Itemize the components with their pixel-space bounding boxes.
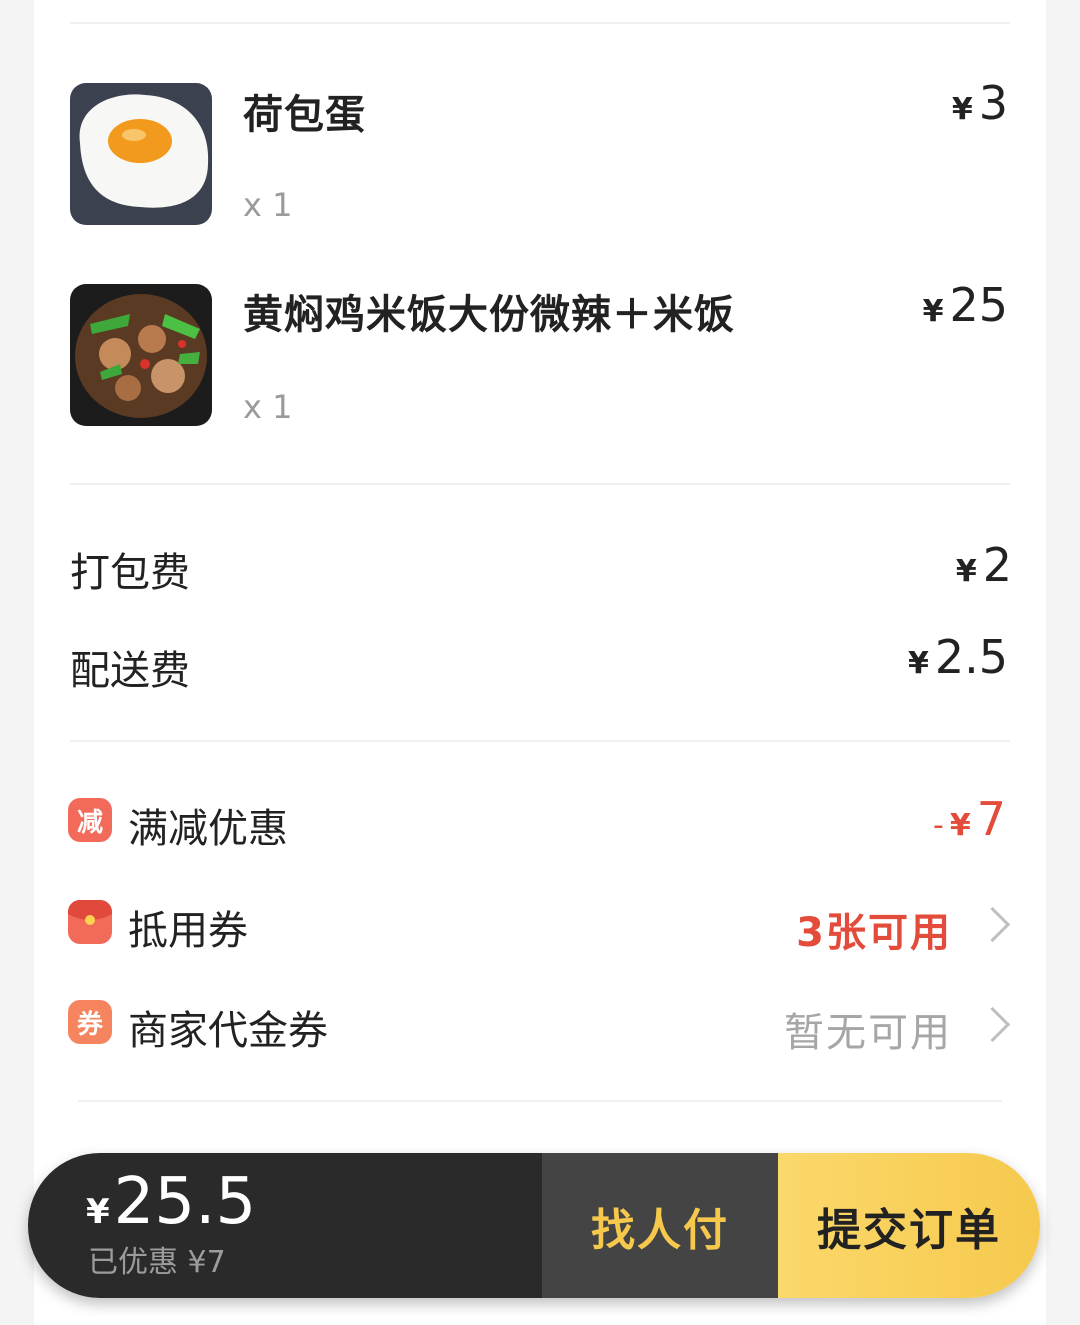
merchant-voucher-label: 商家代金券	[128, 1008, 328, 1054]
delivery-fee-label: 配送费	[70, 648, 190, 694]
red-envelope-icon	[68, 900, 112, 944]
coupon-status: 3张可用	[796, 910, 952, 956]
coupon-label: 抵用券	[128, 908, 248, 954]
packing-fee-amount: ¥2	[955, 538, 1012, 592]
order-total: ¥25.5	[86, 1165, 257, 1239]
divider	[70, 740, 1010, 742]
submit-order-label: 提交订单	[817, 1204, 1001, 1256]
submit-order-button[interactable]: 提交订单	[778, 1153, 1040, 1298]
item-price: ¥25	[922, 278, 1008, 332]
item-name: 荷包蛋	[243, 92, 366, 138]
divider	[70, 22, 1010, 24]
braised-chicken-rice-image	[70, 284, 212, 426]
full-reduction-amount: - ¥7	[933, 792, 1006, 846]
savings-text: 已优惠 ¥7	[88, 1245, 226, 1280]
item-price: ¥3	[951, 76, 1008, 130]
voucher-badge-icon: 券	[68, 1000, 112, 1044]
item-quantity: x 1	[243, 186, 293, 224]
pay-for-me-button[interactable]: 找人付	[542, 1153, 778, 1298]
checkout-bar: ¥25.5 已优惠 ¥7 找人付 提交订单	[28, 1153, 1040, 1298]
full-reduction-label: 满减优惠	[128, 806, 288, 852]
item-name: 黄焖鸡米饭大份微辣＋米饭	[243, 292, 735, 338]
divider	[70, 483, 1010, 485]
delivery-fee-amount: ¥2.5	[907, 630, 1008, 684]
merchant-voucher-status: 暂无可用	[784, 1010, 952, 1056]
total-panel: ¥25.5 已优惠 ¥7	[28, 1153, 542, 1298]
fried-egg-image	[70, 83, 212, 225]
pay-for-me-label: 找人付	[591, 1204, 729, 1256]
item-quantity: x 1	[243, 388, 293, 426]
packing-fee-label: 打包费	[70, 550, 190, 596]
divider	[78, 1100, 1002, 1102]
reduction-badge-icon: 减	[68, 798, 112, 842]
